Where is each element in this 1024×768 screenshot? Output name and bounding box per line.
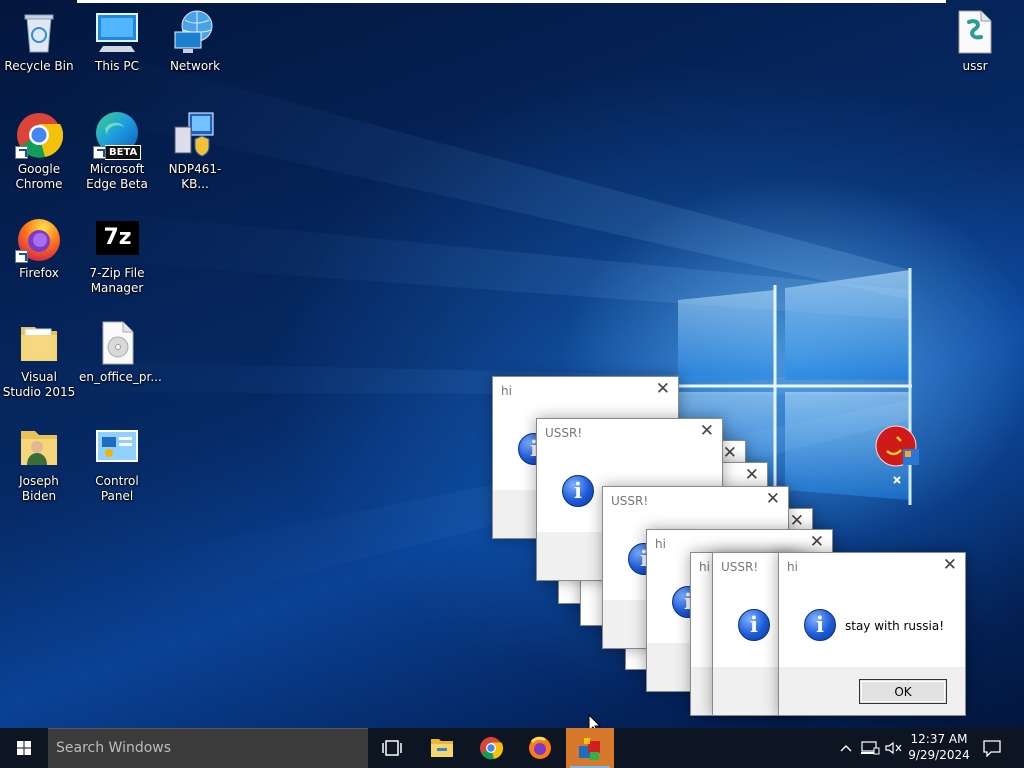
desktop-icon-label: Microsoft Edge Beta: [86, 162, 148, 191]
close-icon[interactable]: ✕: [790, 511, 804, 531]
close-icon[interactable]: ✕: [700, 421, 714, 441]
close-icon[interactable]: ✕: [943, 555, 957, 575]
network-status-icon[interactable]: [860, 740, 880, 756]
desktop-icon-joseph-biden[interactable]: Joseph Biden: [1, 423, 77, 504]
dialog-title: hi: [787, 560, 798, 574]
beta-badge: BETA: [105, 145, 142, 160]
file-explorer-icon: [431, 739, 453, 757]
info-icon: i: [562, 475, 594, 507]
start-button[interactable]: [0, 728, 48, 768]
this-pc-icon: [93, 8, 141, 56]
control-panel-icon: [93, 423, 141, 471]
desktop-icon-network[interactable]: Network: [157, 8, 233, 74]
desktop-icon-label: en_office_pr...: [79, 370, 162, 384]
task-view-button[interactable]: [368, 728, 416, 768]
desktop-icon-label: Visual Studio 2015: [2, 370, 76, 399]
shortcut-arrow-icon: [15, 250, 28, 263]
taskbar-ussr-app[interactable]: [566, 728, 614, 768]
soviet-ball-icon[interactable]: [875, 425, 921, 489]
desktop-icon-recycle-bin[interactable]: Recycle Bin: [1, 8, 77, 74]
chrome-icon: [480, 737, 504, 760]
desktop-icon-label: Google Chrome: [15, 162, 63, 191]
desktop-icon-label: 7-Zip File Manager: [89, 266, 145, 295]
taskbar-file-explorer[interactable]: [418, 728, 466, 768]
desktop-icon-this-pc[interactable]: This PC: [79, 8, 155, 74]
chevron-up-icon[interactable]: [838, 740, 854, 756]
dialog-title: hi: [699, 560, 710, 574]
folder-icon: [15, 319, 63, 367]
clock-date: 9/29/2024: [908, 748, 970, 762]
search-input[interactable]: Search Windows: [48, 728, 368, 768]
desktop-icon-label: ussr: [962, 59, 988, 73]
taskbar: Search Windows 12:37 AM 9/29/2024: [0, 728, 1024, 768]
desktop-icon-visual-studio-2015[interactable]: Visual Studio 2015: [1, 319, 77, 400]
firefox-icon: [529, 736, 551, 759]
task-view-icon: [382, 740, 402, 756]
desktop-icon-google-chrome[interactable]: Google Chrome: [1, 111, 77, 192]
clock-time: 12:37 AM: [910, 732, 968, 746]
7zip-logo-text: 7z: [99, 224, 136, 252]
dialog-title: USSR!: [721, 560, 759, 574]
taskbar-firefox[interactable]: [516, 728, 564, 768]
notifications-icon[interactable]: [982, 739, 1002, 757]
shortcut-arrow-icon: [93, 146, 106, 159]
speaker-muted-icon[interactable]: [884, 740, 904, 756]
windows-logo-icon: [17, 741, 31, 755]
message-dialog-front[interactable]: hi ✕ i stay with russia! OK: [778, 552, 966, 716]
installer-icon: [171, 111, 219, 159]
close-icon[interactable]: ✕: [656, 379, 670, 399]
dialog-title: hi: [501, 384, 512, 398]
top-window-edge: [77, 0, 946, 3]
desktop-icon-label: Recycle Bin: [4, 59, 74, 73]
desktop-icon-label: Control Panel: [95, 474, 139, 503]
desktop-icon-control-panel[interactable]: Control Panel: [79, 423, 155, 504]
desktop-icon-label: Firefox: [19, 266, 59, 280]
dialog-title: USSR!: [545, 426, 583, 440]
desktop-icon-label: This PC: [95, 59, 139, 73]
network-icon: [171, 8, 219, 56]
chrome-icon: [15, 111, 64, 159]
dialog-title: hi: [655, 537, 666, 551]
desktop-icon-label: Joseph Biden: [19, 474, 59, 503]
close-icon[interactable]: ✕: [723, 443, 737, 463]
clock[interactable]: 12:37 AM 9/29/2024: [906, 731, 972, 763]
dialog-message: stay with russia!: [845, 619, 945, 633]
edge-beta-icon: BETA: [93, 111, 142, 160]
desktop-icon-firefox[interactable]: Firefox: [1, 215, 77, 281]
ok-button[interactable]: OK: [859, 679, 947, 704]
close-icon[interactable]: ✕: [810, 532, 824, 552]
7zip-icon: 7z: [93, 215, 141, 263]
recycle-bin-icon: [15, 8, 63, 56]
desktop-icon-en-office[interactable]: en_office_pr...: [79, 319, 162, 385]
user-folder-icon: [15, 423, 63, 471]
desktop-icon-microsoft-edge-beta[interactable]: BETA Microsoft Edge Beta: [79, 111, 155, 192]
dialog-title: USSR!: [611, 494, 649, 508]
shortcut-arrow-icon: [15, 146, 28, 159]
desktop-icon-ussr[interactable]: ussr: [937, 8, 1013, 74]
ussr-app-icon: [579, 738, 600, 760]
close-icon[interactable]: ✕: [745, 465, 759, 485]
info-icon: i: [804, 609, 836, 641]
script-file-icon: [951, 8, 999, 56]
info-icon: i: [738, 609, 770, 641]
disc-image-icon: [93, 319, 141, 367]
taskbar-chrome[interactable]: [467, 728, 515, 768]
desktop-icon-label: NDP461-KB...: [168, 162, 222, 191]
close-icon[interactable]: ✕: [766, 489, 780, 509]
desktop-icon-7zip[interactable]: 7z 7-Zip File Manager: [79, 215, 155, 296]
desktop-icon-label: Network: [169, 59, 221, 73]
firefox-icon: [15, 215, 63, 263]
desktop-icon-ndp461[interactable]: NDP461-KB...: [157, 111, 233, 192]
